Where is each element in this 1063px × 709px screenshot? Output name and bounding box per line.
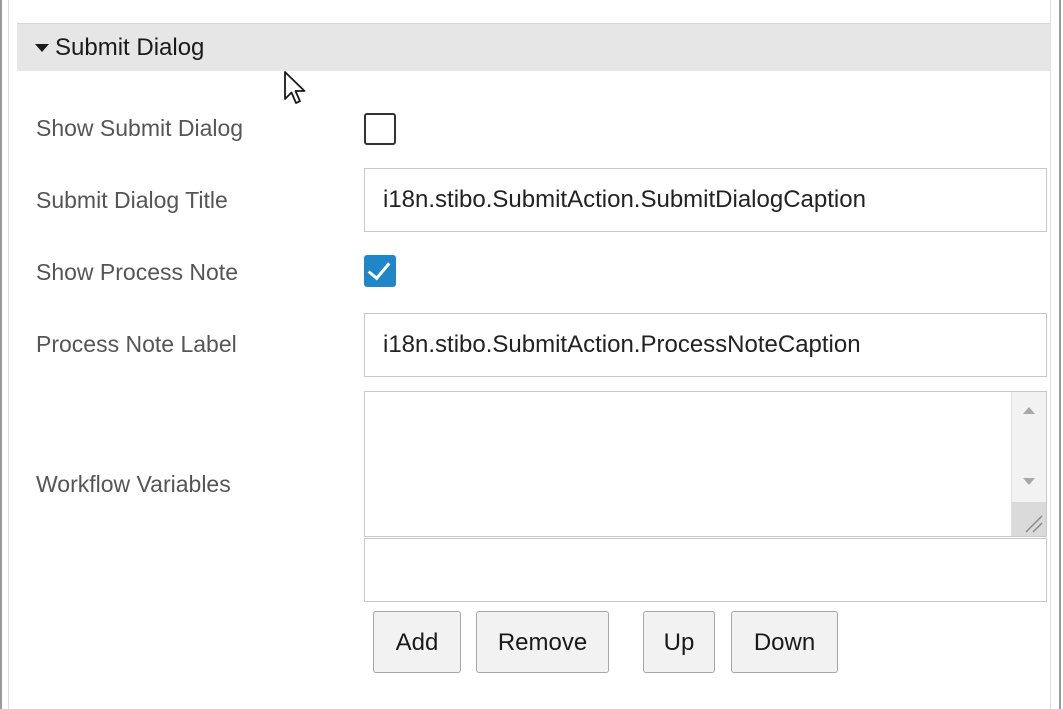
show-submit-dialog-label: Show Submit Dialog (36, 115, 244, 141)
scroll-down-arrow-icon[interactable] (1023, 478, 1035, 485)
submit-dialog-title-input[interactable]: i18n.stibo.SubmitAction.SubmitDialogCapt… (364, 168, 1047, 232)
section-title: Submit Dialog (55, 34, 205, 61)
workflow-variables-list[interactable] (364, 391, 1047, 537)
remove-button[interactable]: Remove (476, 611, 609, 673)
workflow-variable-input[interactable] (364, 538, 1047, 602)
resize-grip-icon[interactable] (1012, 502, 1046, 536)
up-button[interactable]: Up (643, 611, 715, 673)
show-process-note-checkbox[interactable] (364, 255, 396, 287)
workflow-variables-label: Workflow Variables (36, 471, 231, 497)
process-note-label-label: Process Note Label (36, 331, 237, 357)
add-button[interactable]: Add (373, 611, 461, 673)
show-submit-dialog-checkbox[interactable] (364, 113, 396, 145)
down-button[interactable]: Down (731, 611, 838, 673)
submit-dialog-title-label: Submit Dialog Title (36, 187, 228, 213)
triangle-down-icon[interactable] (35, 44, 49, 52)
submit-dialog-section-header[interactable]: Submit Dialog (17, 23, 1051, 71)
scroll-up-arrow-icon[interactable] (1023, 407, 1035, 414)
mouse-pointer-icon (283, 70, 307, 111)
process-note-label-input[interactable]: i18n.stibo.SubmitAction.ProcessNoteCapti… (364, 313, 1047, 377)
show-process-note-label: Show Process Note (36, 259, 238, 285)
checkmark-icon (367, 256, 391, 281)
